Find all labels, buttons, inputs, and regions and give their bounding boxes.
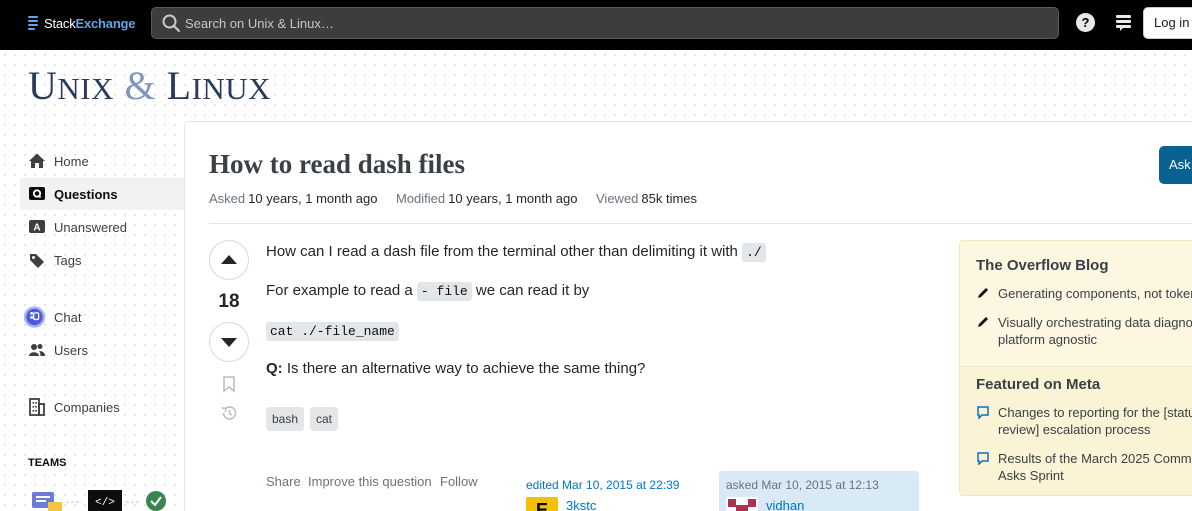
tag-cat[interactable]: cat (310, 407, 339, 431)
logo-text: Stack (44, 15, 76, 31)
ask-question-button[interactable]: Ask (1159, 146, 1192, 184)
nav-label: Companies (54, 399, 120, 415)
blog-item[interactable]: Generating components, not toker (976, 285, 1192, 302)
question-title[interactable]: How to read dash files (209, 149, 465, 180)
unanswered-icon: A (28, 218, 46, 236)
speech-bubble-icon (977, 406, 989, 419)
chat-icon (23, 306, 46, 328)
owner-username[interactable]: vidhan (766, 498, 804, 511)
bookmark-icon[interactable] (220, 375, 238, 393)
help-icon[interactable]: ? (1076, 13, 1095, 32)
blog-heading: The Overflow Blog (976, 257, 1109, 274)
share-link[interactable]: Share (266, 474, 301, 489)
nav-label: Home (54, 153, 89, 169)
edited-timestamp[interactable]: edited Mar 10, 2015 at 22:39 (526, 478, 679, 492)
inline-code: ./ (742, 243, 766, 262)
nav-label: Chat (54, 309, 82, 325)
search-input[interactable] (185, 15, 985, 31)
site-title[interactable]: UNIX & LINUX (28, 62, 271, 109)
site-switcher-icon[interactable] (1115, 14, 1132, 31)
post-paragraph-3: Q: Is there an alternative way to achiev… (266, 360, 646, 377)
nav-item-unanswered[interactable]: A Unanswered (20, 211, 184, 243)
meta-item[interactable]: Changes to reporting for the [statu revi… (976, 404, 1192, 438)
downvote-arrow-icon (221, 338, 237, 347)
owner-avatar[interactable] (726, 497, 758, 511)
history-icon[interactable] (220, 404, 238, 422)
viewed-meta: Viewed 85k times (596, 191, 698, 206)
asked-timestamp: asked Mar 10, 2015 at 12:13 (726, 478, 879, 492)
nav-label: Tags (54, 252, 82, 268)
login-button[interactable]: Log in (1143, 7, 1192, 39)
sidebar-widget: The Overflow Blog Generating components,… (959, 240, 1192, 496)
upvote-button[interactable] (209, 240, 249, 280)
speech-bubble-icon (977, 452, 989, 465)
nav-item-tags[interactable]: Tags (20, 244, 184, 276)
companies-icon (28, 398, 46, 416)
tag-bash[interactable]: bash (266, 407, 305, 431)
pencil-icon (978, 317, 988, 327)
stackexchange-logo[interactable]: StackExchange (28, 15, 136, 31)
owner-card: asked Mar 10, 2015 at 12:13 vidhan (719, 471, 919, 511)
users-icon (28, 341, 46, 359)
upvote-arrow-icon (221, 255, 237, 264)
modified-meta[interactable]: Modified 10 years, 1 month ago (396, 191, 578, 206)
inline-code: - file (416, 282, 472, 301)
nav-item-home[interactable]: Home (20, 145, 184, 177)
improve-question-link[interactable]: Improve this question (308, 474, 432, 489)
logo-text-bold: Exchange (75, 15, 136, 31)
home-icon (28, 152, 46, 170)
meta-item[interactable]: Results of the March 2025 Comm Asks Spri… (976, 450, 1192, 484)
downvote-button[interactable] (209, 322, 249, 362)
search-icon (162, 14, 181, 33)
editor-avatar[interactable]: E (526, 497, 558, 511)
search-box[interactable] (151, 7, 1059, 39)
post-code-block: cat ./-file_name (266, 322, 399, 341)
nav-item-questions[interactable]: Questions (20, 178, 184, 210)
code-block: cat ./-file_name (266, 322, 399, 341)
teams-illustration-icon: </> (32, 490, 166, 511)
editor-username[interactable]: 3kstc (566, 498, 596, 511)
nav-item-users[interactable]: Users (20, 334, 184, 366)
questions-icon (28, 185, 46, 203)
nav-label: Unanswered (54, 219, 127, 235)
stackexchange-logo-icon (28, 16, 38, 30)
asked-meta: Asked 10 years, 1 month ago (209, 191, 378, 206)
title-divider (209, 223, 1192, 224)
teams-heading: TEAMS (28, 457, 67, 469)
nav-item-companies[interactable]: Companies (20, 391, 184, 423)
blog-item[interactable]: Visually orchestrating data diagno platf… (976, 314, 1192, 348)
nav-label: Questions (54, 186, 118, 202)
tag-icon (28, 251, 46, 269)
vote-count: 18 (218, 291, 240, 312)
follow-link[interactable]: Follow (440, 474, 478, 489)
top-bar: StackExchange ? Log in (0, 0, 1192, 50)
post-paragraph-1: How can I read a dash file from the term… (266, 243, 766, 262)
svg-text:</>: </> (95, 497, 115, 509)
pencil-icon (978, 288, 988, 298)
post-paragraph-2: For example to read a - file we can read… (266, 282, 590, 301)
nav-item-chat[interactable]: Chat (20, 301, 184, 333)
nav-label: Users (54, 342, 88, 358)
meta-heading: Featured on Meta (976, 376, 1101, 393)
svg-text:A: A (33, 223, 40, 234)
